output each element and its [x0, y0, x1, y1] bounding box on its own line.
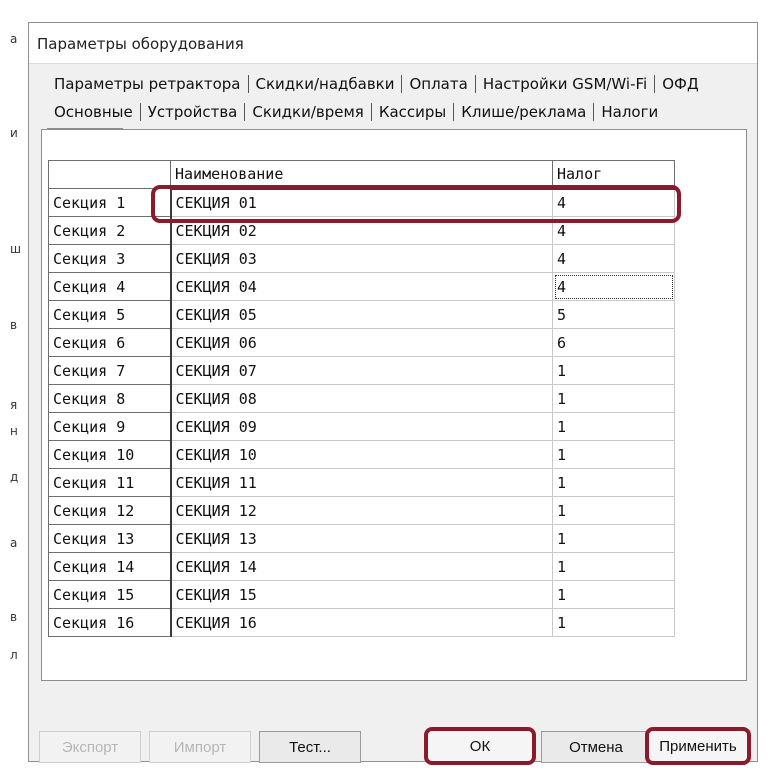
background-text-fragment: а [10, 32, 18, 46]
tax-cell[interactable]: 1 [552, 580, 675, 609]
window-title: Параметры оборудования [37, 35, 244, 53]
section-name-cell[interactable]: СЕКЦИЯ 09 [170, 412, 553, 441]
tab-row-2: Основные Устройства Скидки/время Кассиры Кли… [47, 99, 665, 125]
background-text-fragment: в [10, 318, 18, 332]
test-button[interactable]: Тест... [259, 731, 361, 763]
section-name-cell[interactable]: СЕКЦИЯ 03 [170, 244, 553, 273]
tax-cell[interactable]: 1 [552, 384, 675, 413]
tax-cell[interactable]: 1 [552, 412, 675, 441]
row-header[interactable]: Секция 11 [48, 468, 172, 497]
tab-row1-2[interactable]: Оплата [402, 75, 474, 93]
row-header[interactable]: Секция 4 [48, 272, 172, 301]
tab-row1-0[interactable]: Параметры ретрактора [47, 75, 248, 93]
tab-row-1: Параметры ретрактора Скидки/надбавки Оплат… [47, 71, 706, 97]
row-header[interactable]: Секция 7 [48, 356, 172, 385]
tab-row1-4[interactable]: ОФД [655, 75, 705, 93]
row-header[interactable]: Секция 15 [48, 580, 172, 609]
tab-row2-2[interactable]: Скидки/время [245, 103, 370, 121]
tab-row2-4[interactable]: Клише/реклама [454, 103, 593, 121]
row-header[interactable]: Секция 3 [48, 244, 172, 273]
section-name-cell[interactable]: СЕКЦИЯ 16 [170, 608, 553, 637]
tax-cell[interactable]: 5 [552, 300, 675, 329]
table-row: Секция 4 СЕКЦИЯ 04 4 [48, 272, 675, 301]
row-header[interactable]: Секция 14 [48, 552, 172, 581]
ok-button[interactable]: ОК [424, 727, 536, 765]
row-header[interactable]: Секция 16 [48, 608, 172, 637]
table-row: Секция 14 СЕКЦИЯ 14 1 [48, 552, 675, 581]
section-name-cell[interactable]: СЕКЦИЯ 10 [170, 440, 553, 469]
table-row: Секция 11 СЕКЦИЯ 11 1 [48, 468, 675, 497]
tax-cell[interactable]: 1 [552, 496, 675, 525]
background-text-fragment: в [10, 610, 18, 624]
tab-row1-3[interactable]: Настройки GSM/Wi-Fi [476, 75, 654, 93]
tab-row2-0[interactable]: Основные [47, 103, 140, 121]
section-name-cell[interactable]: СЕКЦИЯ 05 [170, 300, 553, 329]
background-text-fragment: а [10, 536, 18, 550]
tax-cell[interactable]: 1 [552, 552, 675, 581]
tab-row2-1[interactable]: Устройства [141, 103, 245, 121]
equipment-settings-dialog: Параметры оборудования Параметры ретракт… [28, 22, 758, 765]
tax-cell[interactable]: 1 [552, 440, 675, 469]
section-name-cell[interactable]: СЕКЦИЯ 14 [170, 552, 553, 581]
title-bar: Параметры оборудования [29, 23, 757, 64]
table-row: Секция 15 СЕКЦИЯ 15 1 [48, 580, 675, 609]
section-name-cell[interactable]: СЕКЦИЯ 13 [170, 524, 553, 553]
background-text-fragment: л [10, 648, 18, 662]
background-text-fragment: ш [10, 242, 21, 256]
row-header[interactable]: Секция 10 [48, 440, 172, 469]
background-text-fragment: я [10, 398, 18, 412]
tax-cell[interactable]: 4 [552, 244, 675, 273]
tax-cell[interactable]: 1 [552, 356, 675, 385]
section-name-cell[interactable]: СЕКЦИЯ 15 [170, 580, 553, 609]
tab-row1-1[interactable]: Скидки/надбавки [249, 75, 402, 93]
row-header[interactable]: Секция 12 [48, 496, 172, 525]
table-row: Секция 3 СЕКЦИЯ 03 4 [48, 244, 675, 273]
section-name-cell[interactable]: СЕКЦИЯ 06 [170, 328, 553, 357]
tax-cell[interactable]: 1 [552, 524, 675, 553]
grid-corner [48, 160, 171, 189]
sections-grid: Наименование Налог Секция 1 СЕКЦИЯ 01 4 Сек… [48, 160, 675, 637]
table-row: Секция 8 СЕКЦИЯ 08 1 [48, 384, 675, 413]
row-header[interactable]: Секция 8 [48, 384, 172, 413]
background-text-fragment: и [10, 126, 18, 140]
table-row: Секция 16 СЕКЦИЯ 16 1 [48, 608, 675, 637]
row-header[interactable]: Секция 9 [48, 412, 172, 441]
row-header[interactable]: Секция 13 [48, 524, 172, 553]
table-row: Секция 13 СЕКЦИЯ 13 1 [48, 524, 675, 553]
table-row: Секция 12 СЕКЦИЯ 12 1 [48, 496, 675, 525]
tax-cell[interactable]: 1 [552, 468, 675, 497]
tax-cell[interactable]: 4 [552, 272, 675, 301]
table-row: Секция 6 СЕКЦИЯ 06 6 [48, 328, 675, 357]
tab-row2-5[interactable]: Налоги [594, 103, 665, 121]
tax-cell[interactable]: 6 [552, 328, 675, 357]
export-button[interactable]: Экспорт [39, 731, 141, 763]
section-name-cell[interactable]: СЕКЦИЯ 04 [170, 272, 553, 301]
tab-row2-3[interactable]: Кассиры [372, 103, 453, 121]
annotation-highlight [151, 185, 681, 223]
apply-button[interactable]: Применить [645, 727, 751, 765]
section-name-cell[interactable]: СЕКЦИЯ 07 [170, 356, 553, 385]
table-row: Секция 9 СЕКЦИЯ 09 1 [48, 412, 675, 441]
section-name-cell[interactable]: СЕКЦИЯ 11 [170, 468, 553, 497]
table-row: Секция 7 СЕКЦИЯ 07 1 [48, 356, 675, 385]
table-row: Секция 10 СЕКЦИЯ 10 1 [48, 440, 675, 469]
background-text-fragment: н [10, 424, 18, 438]
row-header[interactable]: Секция 6 [48, 328, 172, 357]
tax-cell[interactable]: 1 [552, 608, 675, 637]
cancel-button[interactable]: Отмена [541, 731, 651, 763]
section-name-cell[interactable]: СЕКЦИЯ 08 [170, 384, 553, 413]
background-text-fragment: д [10, 470, 19, 484]
section-name-cell[interactable]: СЕКЦИЯ 12 [170, 496, 553, 525]
import-button[interactable]: Импорт [149, 731, 251, 763]
row-header[interactable]: Секция 2 [48, 216, 172, 245]
row-header[interactable]: Секция 5 [48, 300, 172, 329]
table-row: Секция 5 СЕКЦИЯ 05 5 [48, 300, 675, 329]
